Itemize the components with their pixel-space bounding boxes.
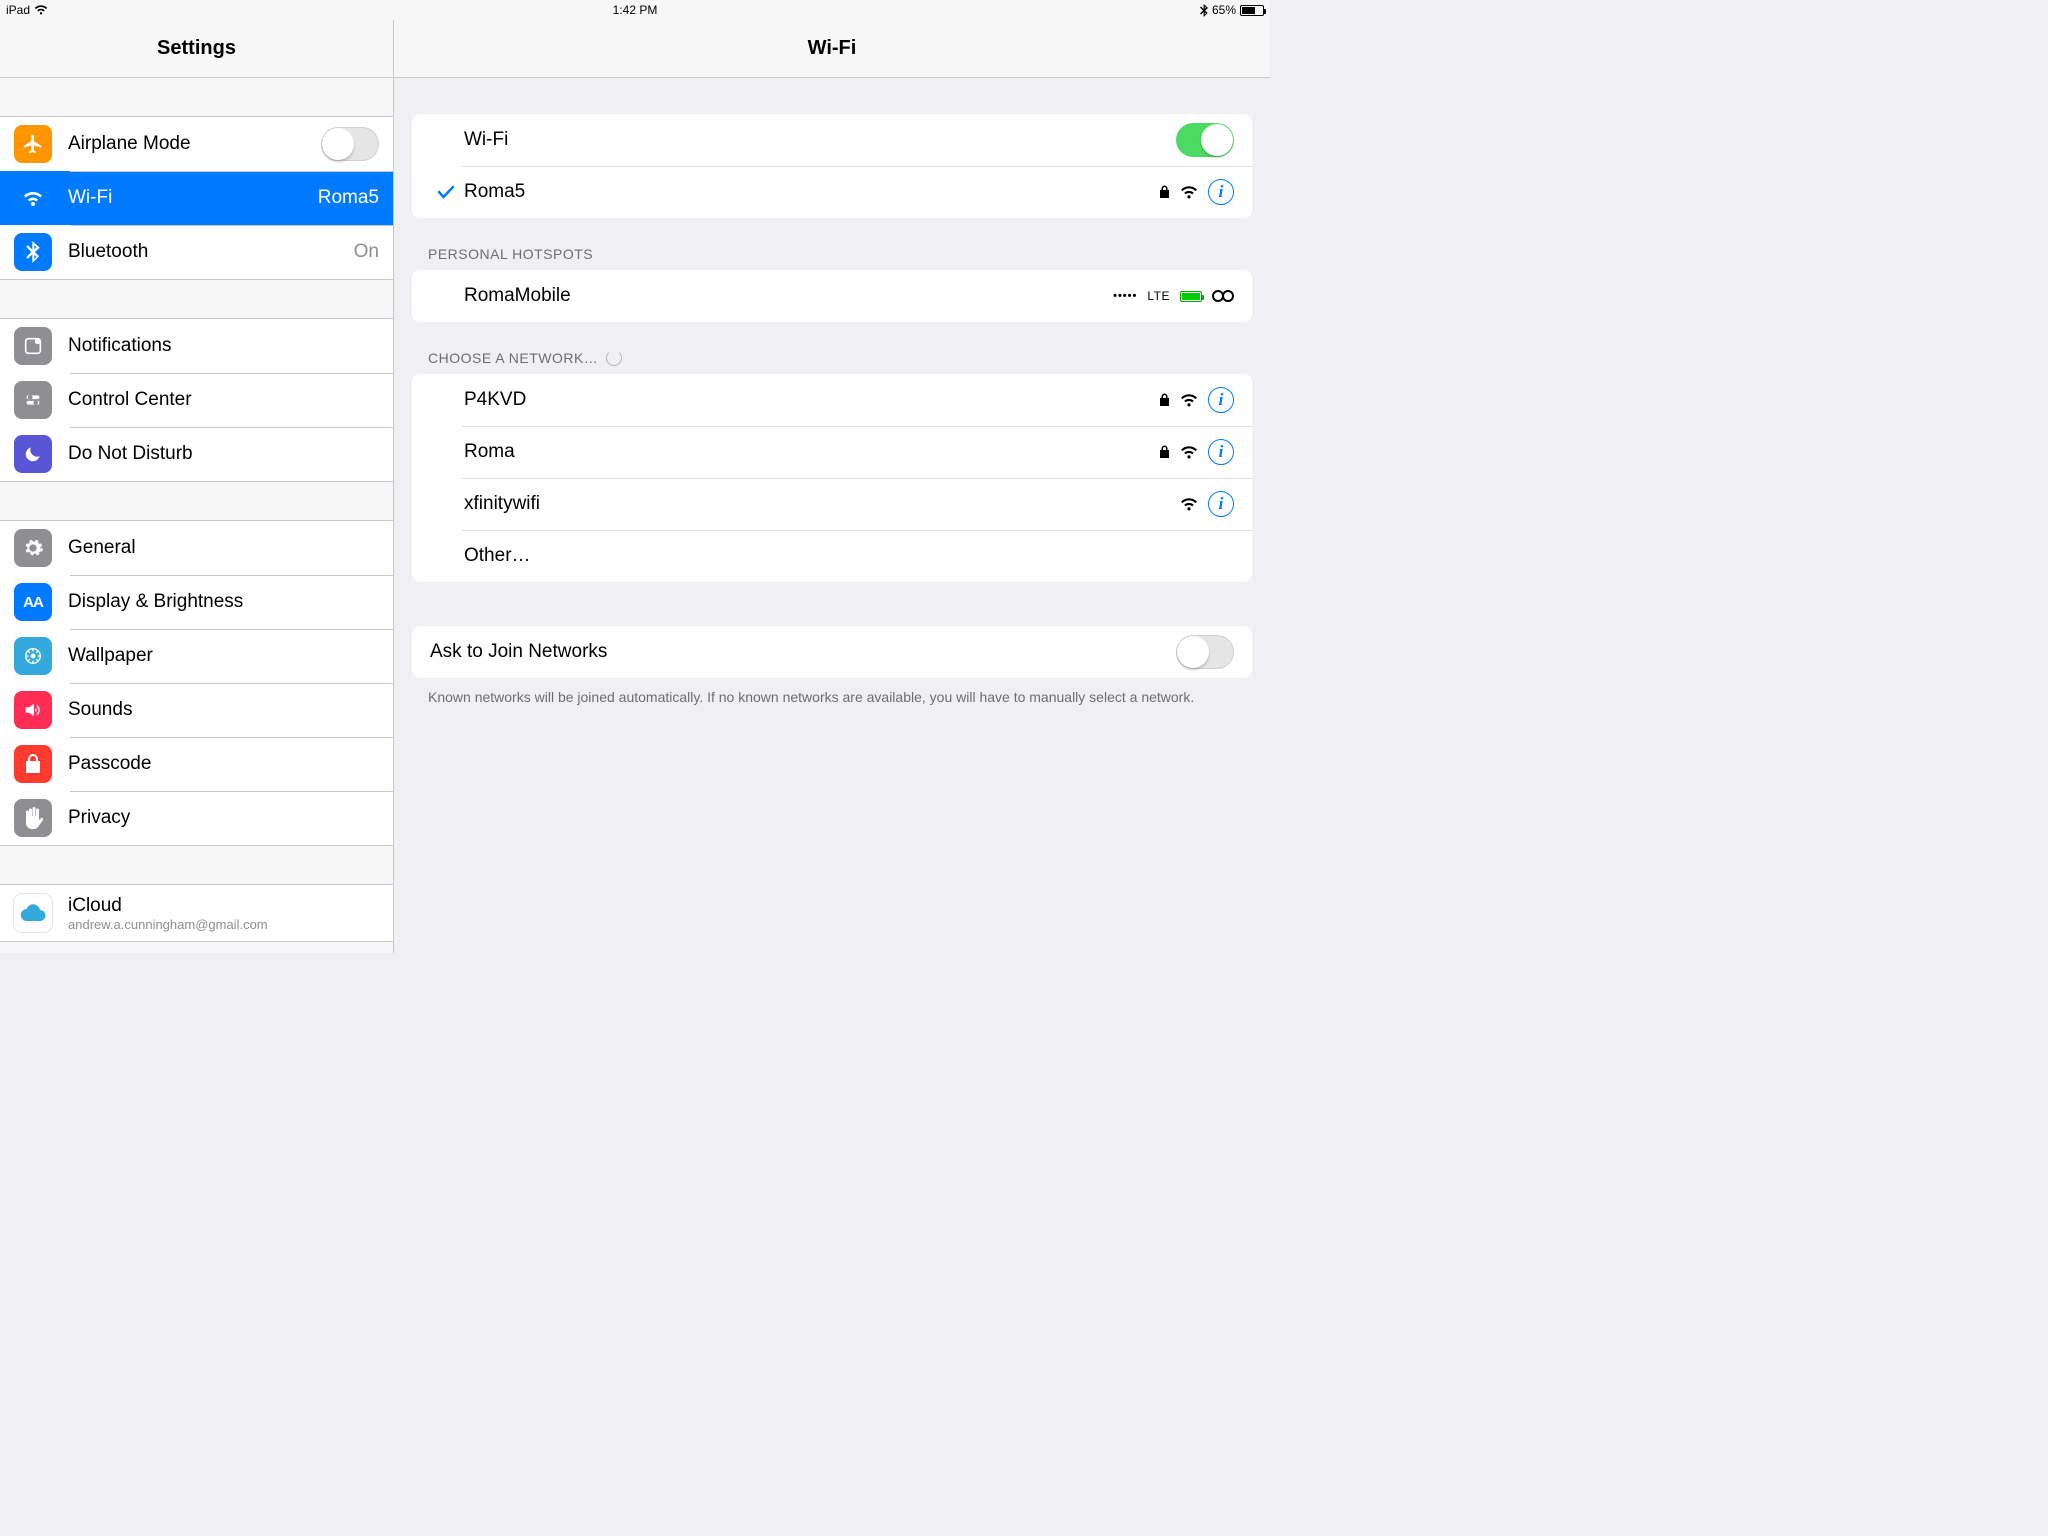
wallpaper-icon: [14, 637, 52, 675]
sidebar-item-notifications[interactable]: Notifications: [0, 319, 393, 373]
lock-icon: [1159, 185, 1170, 199]
wifi-signal-icon: [1180, 445, 1198, 459]
detail-title: Wi-Fi: [808, 37, 857, 60]
info-button[interactable]: i: [1208, 439, 1234, 465]
loading-spinner: [606, 350, 622, 366]
sounds-icon: [14, 691, 52, 729]
bluetooth-icon: [1200, 4, 1208, 17]
info-button[interactable]: i: [1208, 387, 1234, 413]
wifi-toggle-row: Wi-Fi: [412, 114, 1252, 166]
sidebar-item-airplane[interactable]: Airplane Mode: [0, 117, 393, 171]
sidebar-title-bar: Settings: [0, 20, 393, 78]
airplane-icon: [14, 125, 52, 163]
sidebar-item-wallpaper[interactable]: Wallpaper: [0, 629, 393, 683]
wifi-label: Wi-Fi: [68, 187, 318, 209]
wifi-icon: [34, 5, 48, 15]
sidebar-item-general[interactable]: General: [0, 521, 393, 575]
airplane-toggle[interactable]: [321, 127, 379, 161]
network-row[interactable]: Roma i: [412, 426, 1252, 478]
lock-icon: [1159, 445, 1170, 459]
section-personal-hotspots: Personal Hotspots: [412, 218, 1252, 270]
clock: 1:42 PM: [613, 3, 658, 17]
moon-icon: [14, 435, 52, 473]
network-row[interactable]: xfinitywifi i: [412, 478, 1252, 530]
sidebar-item-icloud[interactable]: iCloud andrew.a.cunningham@gmail.com: [0, 885, 393, 941]
ask-to-join-toggle[interactable]: [1176, 635, 1234, 669]
wifi-icon: [14, 179, 52, 217]
battery-percent: 65%: [1212, 3, 1236, 17]
battery-icon: [1240, 5, 1264, 16]
lock-icon: [14, 745, 52, 783]
sidebar-item-display[interactable]: AA Display & Brightness: [0, 575, 393, 629]
airplane-label: Airplane Mode: [68, 133, 321, 155]
sidebar-item-dnd[interactable]: Do Not Disturb: [0, 427, 393, 481]
wifi-signal-icon: [1180, 185, 1198, 199]
wifi-signal-icon: [1180, 393, 1198, 407]
lock-icon: [1159, 393, 1170, 407]
control-center-icon: [14, 381, 52, 419]
hotspot-row[interactable]: RomaMobile ••••• LTE: [412, 270, 1252, 322]
display-icon: AA: [14, 583, 52, 621]
sidebar-item-bluetooth[interactable]: Bluetooth On: [0, 225, 393, 279]
signal-dots: •••••: [1113, 290, 1137, 302]
wifi-signal-icon: [1180, 497, 1198, 511]
icloud-icon: [14, 894, 52, 932]
wifi-detail: Wi-Fi Wi-Fi Roma5: [394, 20, 1270, 953]
network-other-row[interactable]: Other…: [412, 530, 1252, 582]
ask-to-join-footer: Known networks will be joined automatica…: [412, 678, 1252, 708]
checkmark-icon: [430, 185, 462, 199]
info-button[interactable]: i: [1208, 491, 1234, 517]
section-choose-network: Choose a Network…: [412, 322, 1252, 374]
sidebar-item-privacy[interactable]: Privacy: [0, 791, 393, 845]
sidebar-title: Settings: [157, 37, 236, 60]
settings-sidebar: Settings Airplane Mode Wi-Fi Roma5: [0, 20, 394, 953]
gear-icon: [14, 529, 52, 567]
status-bar: iPad 1:42 PM 65%: [0, 0, 1270, 20]
connected-network-row[interactable]: Roma5 i: [412, 166, 1252, 218]
detail-title-bar: Wi-Fi: [394, 20, 1270, 78]
carrier-label: LTE: [1147, 289, 1170, 303]
sidebar-item-wifi[interactable]: Wi-Fi Roma5: [0, 171, 393, 225]
info-button[interactable]: i: [1208, 179, 1234, 205]
network-row[interactable]: P4KVD i: [412, 374, 1252, 426]
sidebar-item-control-center[interactable]: Control Center: [0, 373, 393, 427]
ask-to-join-row: Ask to Join Networks: [412, 626, 1252, 678]
wifi-toggle[interactable]: [1176, 123, 1234, 157]
hotspot-battery-icon: [1180, 291, 1202, 302]
sidebar-item-passcode[interactable]: Passcode: [0, 737, 393, 791]
bluetooth-label: Bluetooth: [68, 241, 354, 263]
device-label: iPad: [6, 3, 30, 17]
hand-icon: [14, 799, 52, 837]
wifi-value: Roma5: [318, 187, 379, 209]
bluetooth-value: On: [354, 241, 379, 263]
sidebar-item-sounds[interactable]: Sounds: [0, 683, 393, 737]
bluetooth-icon: [14, 233, 52, 271]
hotspot-link-icon: [1212, 289, 1234, 303]
notifications-icon: [14, 327, 52, 365]
